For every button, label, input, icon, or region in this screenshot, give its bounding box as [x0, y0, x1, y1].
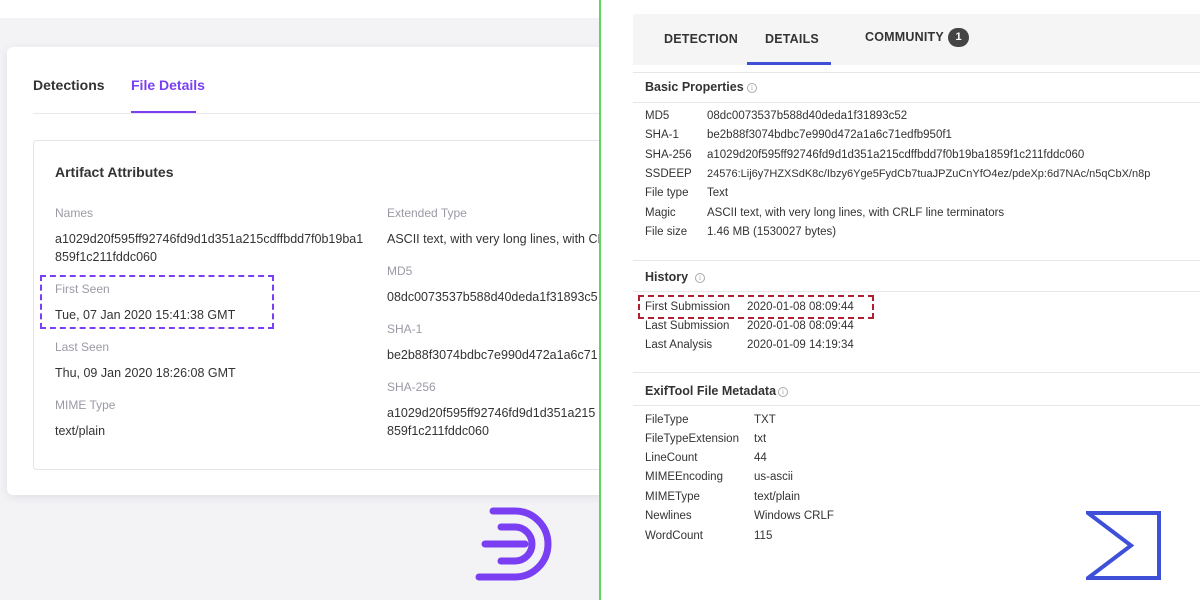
- md5-label: MD5: [387, 264, 413, 278]
- last-analysis-key: Last Analysis: [645, 339, 713, 351]
- file-size-value: 1.46 MB (1530027 bytes): [707, 226, 837, 238]
- info-icon[interactable]: i: [747, 83, 757, 93]
- section-divider: [633, 260, 1200, 261]
- last-analysis-value: 2020-01-09 14:19:34: [747, 339, 854, 351]
- exiftool-title: ExifTool File Metadata: [645, 384, 777, 398]
- sha256-value: a1029d20f595ff92746fd9d1d351a215cdffbdd7…: [707, 149, 1085, 161]
- exif-mimetype-key: MIMEType: [645, 491, 700, 503]
- history-title: History: [645, 270, 689, 284]
- artifact-attributes-title: Artifact Attributes: [55, 164, 174, 180]
- exif-newlines-value: Windows CRLF: [754, 510, 834, 522]
- tab-divider: [33, 113, 599, 114]
- names-value-line1: a1029d20f595ff92746fd9d1d351a215cdffbdd7…: [55, 232, 364, 246]
- tab-detection[interactable]: DETECTION: [664, 32, 738, 46]
- extended-type-value: ASCII text, with very long lines, with C…: [387, 232, 599, 246]
- magic-value: ASCII text, with very long lines, with C…: [707, 207, 1005, 219]
- sha256-label: SHA-256: [387, 380, 436, 394]
- exif-filetypeextension-key: FileTypeExtension: [645, 433, 739, 445]
- md5-value: 08dc0073537b588d40deda1f31893c52: [707, 110, 908, 122]
- first-seen-highlight: [40, 275, 274, 329]
- last-seen-label: Last Seen: [55, 340, 110, 354]
- exif-filetype-value: TXT: [754, 414, 776, 426]
- file-size-key: File size: [645, 226, 688, 238]
- right-pane: DETECTION DETAILS COMMUNITY 1 Basic Prop…: [601, 0, 1200, 600]
- last-submission-key: Last Submission: [645, 320, 730, 332]
- ssdeep-value: 24576:Lij6y7HZXSdK8c/Ibzy6Yge5FydCb7tuaJ…: [707, 168, 1151, 180]
- community-count-badge: 1: [948, 28, 969, 47]
- exif-wordcount-value: 115: [754, 530, 773, 542]
- info-icon[interactable]: i: [695, 273, 705, 283]
- exif-linecount-key: LineCount: [645, 452, 698, 464]
- extended-type-label: Extended Type: [387, 206, 467, 220]
- mime-type-label: MIME Type: [55, 398, 116, 412]
- file-type-value: Text: [707, 187, 729, 199]
- tab-community[interactable]: COMMUNITY: [865, 30, 944, 44]
- section-divider: [633, 72, 1200, 73]
- sha1-key: SHA-1: [645, 129, 679, 141]
- md5-value: 08dc0073537b588d40deda1f31893c5: [387, 290, 598, 304]
- names-label: Names: [55, 206, 94, 220]
- info-icon[interactable]: i: [778, 387, 788, 397]
- sha1-value: be2b88f3074bdbc7e990d472a1a6c71edfb950f1: [707, 129, 952, 141]
- exif-filetypeextension-value: txt: [754, 433, 767, 445]
- section-divider: [633, 291, 1200, 292]
- sigma-brand-logo-icon: [1086, 511, 1161, 580]
- d-brand-logo-icon: [475, 507, 552, 581]
- left-pane: Detections File Details Artifact Attribu…: [0, 0, 599, 600]
- mime-type-value: text/plain: [55, 424, 106, 438]
- section-divider: [633, 405, 1200, 406]
- sha256-value-line1: a1029d20f595ff92746fd9d1d351a215: [387, 406, 596, 420]
- basic-properties-title: Basic Properties: [645, 80, 744, 94]
- file-type-key: File type: [645, 187, 689, 199]
- sha1-value: be2b88f3074bdbc7e990d472a1a6c71: [387, 348, 598, 362]
- magic-key: Magic: [645, 207, 676, 219]
- section-divider: [633, 102, 1200, 103]
- sha256-value-line2: 859f1c211fddc060: [387, 424, 489, 438]
- md5-key: MD5: [645, 110, 670, 122]
- exif-filetype-key: FileType: [645, 414, 689, 426]
- sha1-label: SHA-1: [387, 322, 423, 336]
- sha256-key: SHA-256: [645, 149, 692, 161]
- ssdeep-key: SSDEEP: [645, 168, 692, 180]
- exif-mimetype-value: text/plain: [754, 491, 801, 503]
- active-tab-indicator: [747, 62, 831, 65]
- left-top-strip: [0, 0, 599, 18]
- exif-linecount-value: 44: [754, 452, 767, 464]
- last-seen-value: Thu, 09 Jan 2020 18:26:08 GMT: [55, 366, 236, 380]
- names-value-line2: 859f1c211fddc060: [55, 250, 157, 264]
- exif-mimeencoding-value: us-ascii: [754, 471, 793, 483]
- tab-details[interactable]: DETAILS: [765, 32, 819, 46]
- exif-newlines-key: Newlines: [645, 510, 692, 522]
- section-divider: [633, 372, 1200, 373]
- exif-wordcount-key: WordCount: [645, 530, 703, 542]
- tab-detections[interactable]: Detections: [33, 77, 105, 93]
- tab-file-details[interactable]: File Details: [131, 77, 205, 93]
- first-submission-highlight: [638, 295, 874, 319]
- last-submission-value: 2020-01-08 08:09:44: [747, 320, 854, 332]
- exif-mimeencoding-key: MIMEEncoding: [645, 471, 723, 483]
